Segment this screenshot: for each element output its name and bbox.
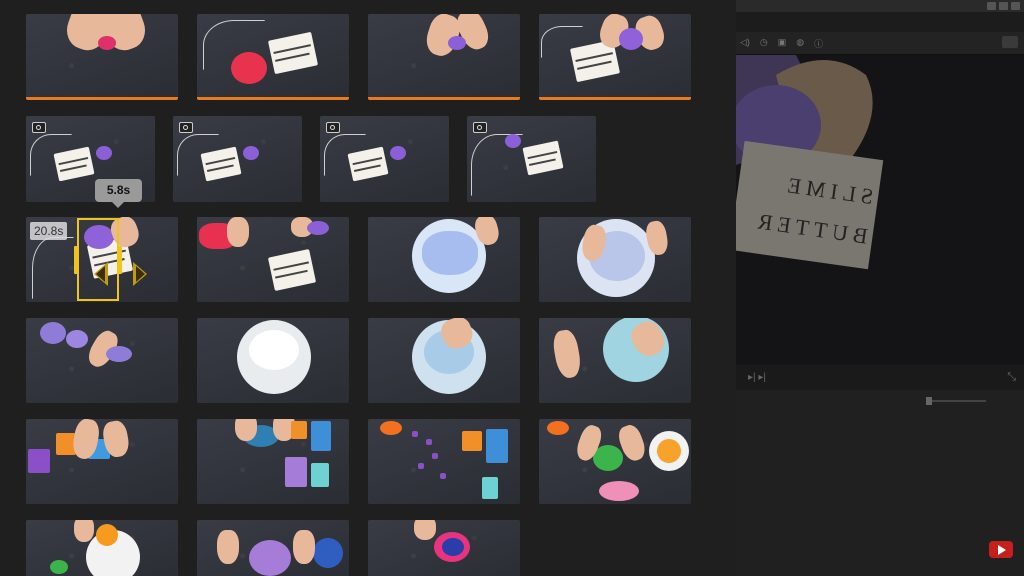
used-clip-marker [368, 97, 520, 100]
clip-thumbnail[interactable] [368, 217, 520, 302]
adjustment-tools[interactable]: ◁) ◷ ▣ ◍ ⓘ [740, 37, 823, 50]
clip-thumbnail[interactable] [539, 318, 691, 403]
clip-thumbnail[interactable] [26, 419, 178, 504]
clip-thumbnail[interactable] [368, 14, 520, 100]
trim-right-arrow-icon[interactable] [133, 262, 147, 286]
clip-thumbnail[interactable] [26, 520, 178, 576]
clip-thumbnail[interactable] [539, 217, 691, 302]
clip-duration-badge: 20.8s [30, 222, 68, 240]
photo-thumbnail[interactable] [467, 116, 596, 202]
zoom-slider[interactable] [926, 397, 986, 405]
range-selection[interactable] [77, 218, 119, 301]
speed-icon[interactable]: ◷ [760, 37, 768, 50]
clip-thumbnail[interactable] [539, 419, 691, 504]
skip-forward-icon[interactable]: ▸| ▸| [748, 372, 766, 383]
camera-icon [32, 122, 46, 133]
viewer-controls: ▸| ▸| ⤡ [736, 366, 1024, 390]
clip-thumbnail[interactable] [197, 520, 349, 576]
trim-handle-left[interactable] [74, 246, 78, 274]
reset-button[interactable] [1002, 36, 1018, 48]
viewer-panel: ◁) ◷ ▣ ◍ ⓘ SLIME BUTTER ▸| ▸| ⤡ [736, 0, 1024, 576]
clip-thumbnail[interactable] [197, 217, 349, 302]
clip-thumbnail[interactable] [539, 14, 691, 100]
used-clip-marker [197, 97, 349, 100]
fullscreen-icon[interactable]: ⤡ [1007, 371, 1016, 384]
clip-thumbnail[interactable] [368, 520, 520, 576]
clip-thumbnail[interactable] [26, 14, 178, 100]
clip-thumbnail[interactable] [197, 419, 349, 504]
photo-thumbnail[interactable] [173, 116, 302, 202]
clip-thumbnail[interactable] [368, 318, 520, 403]
clip-thumbnail[interactable] [197, 14, 349, 100]
clip-thumbnail[interactable] [197, 318, 349, 403]
youtube-logo [989, 541, 1013, 558]
camera-icon [473, 122, 487, 133]
used-clip-marker [26, 97, 178, 100]
range-duration-tooltip: 5.8s [95, 179, 142, 208]
clip-thumbnail[interactable] [368, 419, 520, 504]
timeline-area [736, 390, 1024, 576]
clip-thumbnail[interactable] [26, 318, 178, 403]
menu-bar [736, 0, 1024, 12]
volume-icon[interactable]: ◁) [740, 37, 750, 50]
filter-icon[interactable]: ◍ [796, 37, 804, 50]
stabilize-icon[interactable]: ▣ [778, 37, 787, 50]
trim-handle-right[interactable] [118, 246, 122, 274]
viewer-toolbar: ◁) ◷ ▣ ◍ ⓘ [736, 32, 1024, 55]
info-icon[interactable]: ⓘ [814, 37, 823, 50]
used-clip-marker [539, 97, 691, 100]
viewer-preview: SLIME BUTTER [736, 55, 1024, 365]
camera-icon [326, 122, 340, 133]
clip-browser: 20.8s 5.8s [0, 0, 736, 576]
trim-left-arrow-icon[interactable] [94, 262, 108, 286]
preview-frame: SLIME BUTTER [736, 55, 1024, 365]
camera-icon [179, 122, 193, 133]
photo-thumbnail[interactable] [320, 116, 449, 202]
status-icons [987, 2, 1020, 10]
